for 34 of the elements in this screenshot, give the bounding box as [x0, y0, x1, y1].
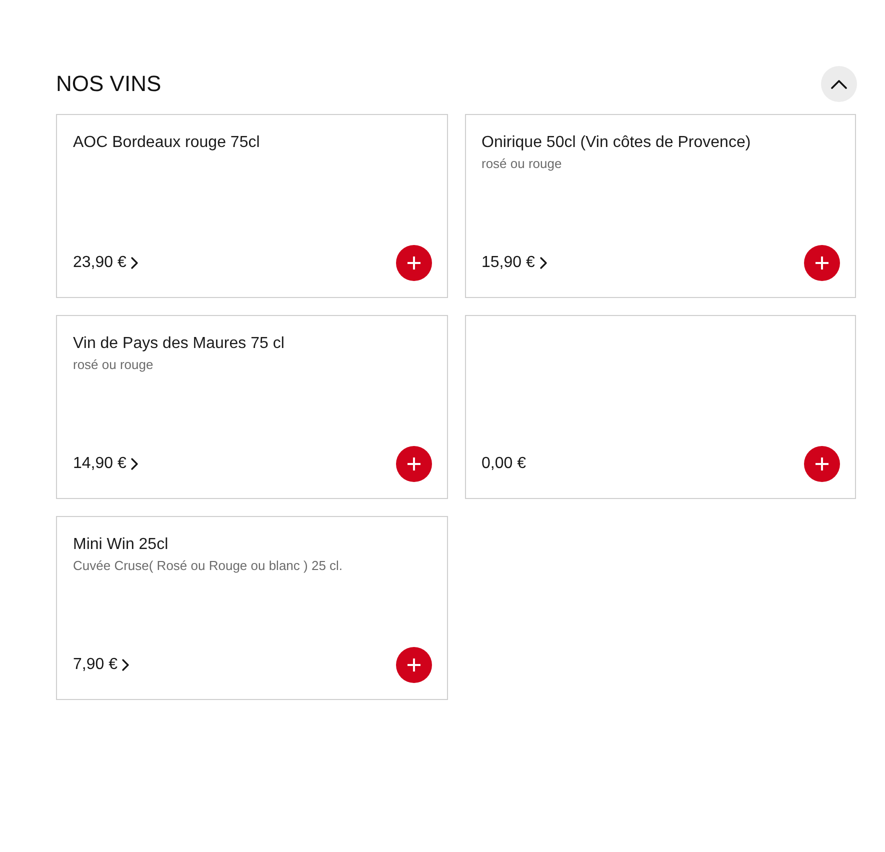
add-button[interactable]: [804, 245, 840, 281]
plus-icon: [815, 457, 829, 471]
product-name: Onirique 50cl (Vin côtes de Provence): [482, 133, 752, 153]
add-button[interactable]: [396, 647, 432, 683]
product-card[interactable]: AOC Bordeaux rouge 75cl 23,90 €: [56, 114, 448, 298]
product-price: 0,00 €: [482, 454, 526, 474]
product-description: rosé ou rouge: [73, 356, 154, 374]
product-description: rosé ou rouge: [482, 155, 563, 173]
chevron-right-icon[interactable]: [540, 257, 547, 269]
product-price: 15,90 €: [482, 253, 535, 273]
product-card[interactable]: Vin de Pays des Maures 75 cl rosé ou rouge 14,90 €: [56, 315, 448, 499]
add-button[interactable]: [396, 446, 432, 482]
product-card[interactable]: 0,00 €: [464, 315, 856, 499]
section-title: NOS VINS: [56, 70, 162, 98]
product-name: Vin de Pays des Maures 75 cl: [73, 334, 286, 354]
add-button[interactable]: [804, 446, 840, 482]
product-card[interactable]: Mini Win 25cl Cuvée Cruse( Rosé ou Rouge ou blanc ) 25 cl. 7,90 €: [56, 516, 448, 700]
product-card[interactable]: Onirique 50cl (Vin côtes de Provence) rosé ou rouge 15,90 €: [464, 114, 856, 298]
product-description: Cuvée Cruse( Rosé ou Rouge ou blanc ) 25 cl.: [73, 557, 344, 575]
chevron-right-icon[interactable]: [122, 659, 130, 671]
plus-icon: [406, 658, 420, 672]
chevron-up-icon: [831, 80, 847, 88]
chevron-right-icon[interactable]: [131, 458, 138, 470]
product-name: Mini Win 25cl: [73, 535, 170, 555]
plus-icon: [406, 457, 420, 471]
collapse-button[interactable]: [821, 66, 857, 102]
plus-icon: [406, 256, 420, 270]
add-button[interactable]: [396, 245, 432, 281]
product-name: AOC Bordeaux rouge 75cl: [73, 133, 261, 153]
product-price: 14,90 €: [73, 454, 126, 474]
plus-icon: [815, 256, 829, 270]
product-price: 7,90 €: [73, 655, 118, 675]
chevron-right-icon[interactable]: [131, 257, 138, 269]
product-price: 23,90 €: [73, 253, 126, 273]
